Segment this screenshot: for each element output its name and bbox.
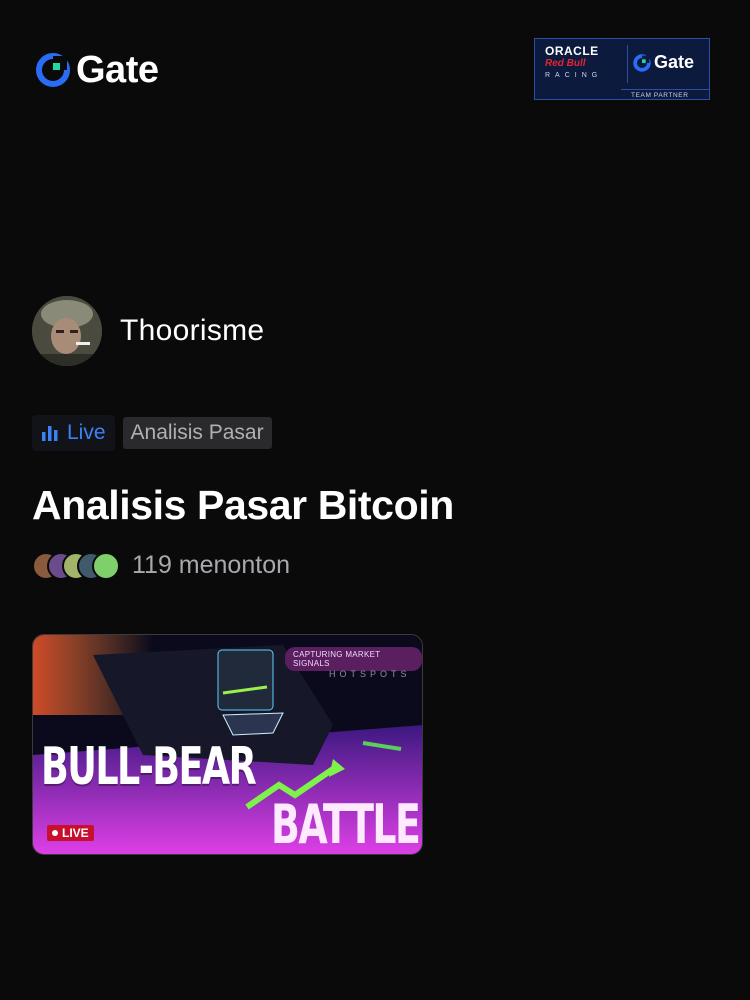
live-badge-label: LIVE <box>62 826 89 840</box>
stream-tags: Live Analisis Pasar <box>32 415 272 451</box>
thumbnail-headline-1: BULL-BEAR <box>41 737 257 797</box>
team-partner-label: TEAM PARTNER <box>621 89 709 101</box>
live-badge: LIVE <box>47 825 94 841</box>
gate-small-icon <box>633 53 651 72</box>
thumbnail-headline-2: BATTLE <box>271 793 421 855</box>
category-tag[interactable]: Analisis Pasar <box>122 417 272 449</box>
thumbnail-subbanner: HOTSPOTS <box>329 669 411 679</box>
host-name[interactable]: Thoorisme <box>120 314 264 348</box>
thumbnail-banner: CAPTURING MARKET SIGNALS <box>285 647 422 671</box>
live-tag: Live <box>32 415 115 451</box>
viewer-avatar <box>92 551 120 580</box>
viewer-count: 119 menonton <box>32 551 290 580</box>
racing-wordmark: RACING <box>545 72 603 79</box>
live-tag-label: Live <box>67 421 106 444</box>
avatar-image <box>32 296 102 366</box>
oracle-wordmark: ORACLE <box>545 44 599 58</box>
host-avatar[interactable] <box>32 296 102 366</box>
bar-chart-icon <box>42 426 58 441</box>
partner-gate-logo: Gate <box>633 52 694 73</box>
stream-title: Analisis Pasar Bitcoin <box>32 482 454 528</box>
gate-logo[interactable]: Gate <box>36 49 159 91</box>
gate-logo-icon <box>36 53 70 87</box>
host-info[interactable]: Thoorisme <box>32 296 264 366</box>
gate-logo-text: Gate <box>76 49 159 91</box>
stream-thumbnail[interactable]: CAPTURING MARKET SIGNALS HOTSPOTS BULL-B… <box>32 634 423 855</box>
partner-divider <box>627 45 628 83</box>
viewer-count-text: 119 menonton <box>132 551 290 579</box>
live-dot-icon <box>52 830 58 836</box>
viewer-avatars <box>32 551 120 580</box>
partner-gate-text: Gate <box>654 52 695 72</box>
team-partner-badge[interactable]: ORACLE Red Bull RACING Gate TEAM PARTNER <box>534 38 710 100</box>
redbull-wordmark: Red Bull <box>545 58 586 69</box>
